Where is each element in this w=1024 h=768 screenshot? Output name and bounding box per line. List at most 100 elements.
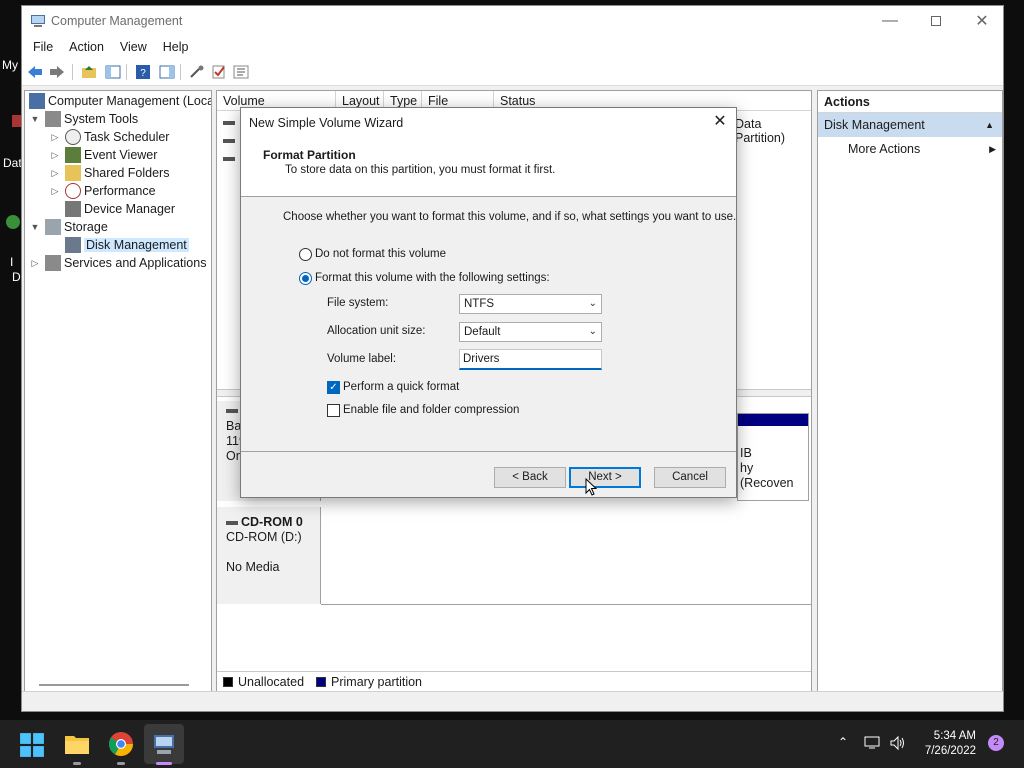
format-volume-radio[interactable] — [299, 272, 312, 285]
back-arrow-icon[interactable] — [26, 63, 44, 81]
file-system-value: NTFS — [464, 298, 495, 310]
computer-management-icon — [29, 93, 45, 109]
chrome-icon[interactable] — [107, 730, 135, 758]
tree-item-services-and-applications[interactable]: ▷ Services and Applications — [29, 254, 206, 272]
tree-item-computer-management[interactable]: Computer Management (Local — [27, 92, 211, 110]
chevron-down-icon: ⌄ — [588, 326, 597, 337]
tree-item-shared-folders[interactable]: ▷ Shared Folders — [49, 164, 169, 182]
recovery-partition-block[interactable]: IB hy (Recoven — [737, 413, 809, 501]
file-system-select[interactable]: NTFS ⌄ — [459, 294, 602, 314]
close-button[interactable]: ✕ — [959, 6, 1005, 36]
volume-label-input[interactable]: Drivers — [459, 349, 602, 370]
show-hide-tree-icon[interactable] — [104, 63, 122, 81]
chevron-up-icon[interactable]: ⌃ — [838, 735, 848, 749]
system-tools-icon — [45, 111, 61, 127]
desktop-icon-label[interactable]: I — [10, 255, 13, 269]
desktop-icon-label[interactable]: Dat — [3, 156, 22, 170]
desktop-app-icon[interactable] — [6, 215, 20, 229]
minimize-button[interactable]: — — [867, 6, 913, 36]
toolbar: ? — [22, 58, 1003, 86]
chevron-right-icon[interactable]: ▷ — [49, 132, 61, 143]
format-volume-label[interactable]: Format this volume with the following se… — [315, 272, 550, 284]
clock-date: 7/26/2022 — [924, 745, 976, 757]
compression-label[interactable]: Enable file and folder compression — [343, 404, 519, 416]
compression-checkbox[interactable] — [327, 404, 340, 417]
chevron-right-icon[interactable]: ▷ — [49, 168, 61, 179]
allocation-unit-select[interactable]: Default ⌄ — [459, 322, 602, 342]
wizard-header: Format Partition To store data on this p… — [241, 138, 736, 197]
wizard-subheading: To store data on this partition, you mus… — [285, 164, 556, 176]
notification-badge[interactable]: 2 — [988, 735, 1004, 751]
cdrom-0-label[interactable]: CD-ROM 0 CD-ROM (D:) No Media — [217, 507, 321, 604]
settings-list-icon[interactable] — [232, 63, 250, 81]
back-button[interactable]: < Back — [494, 467, 566, 488]
quick-format-checkbox[interactable]: ✓ — [327, 381, 340, 394]
volume-icon[interactable] — [889, 735, 907, 751]
computer-management-taskbar-icon[interactable] — [150, 730, 178, 758]
toolbar-separator — [126, 64, 127, 80]
tree-item-performance[interactable]: ▷ Performance — [49, 182, 156, 200]
quick-format-label[interactable]: Perform a quick format — [343, 381, 459, 393]
title-bar[interactable]: Computer Management — ✕ — [22, 6, 1003, 36]
legend-primary-partition: Primary partition — [331, 674, 423, 689]
menu-help[interactable]: Help — [155, 40, 197, 54]
chevron-right-icon: ▶ — [989, 144, 996, 154]
maximize-button[interactable] — [913, 6, 959, 36]
up-folder-icon[interactable] — [80, 63, 98, 81]
chevron-down-icon[interactable]: ▼ — [29, 114, 41, 124]
cdrom-name: CD-ROM 0 — [241, 515, 303, 529]
wizard-title: New Simple Volume Wizard — [249, 116, 404, 130]
primary-partition-bar — [738, 414, 808, 426]
network-icon[interactable] — [864, 736, 880, 750]
check-list-icon[interactable] — [210, 63, 228, 81]
tree-item-system-tools[interactable]: ▼ System Tools — [29, 110, 138, 128]
tree-item-device-manager[interactable]: Device Manager — [61, 200, 175, 218]
horizontal-scrollbar[interactable] — [39, 684, 189, 686]
actions-section-label: Disk Management — [824, 118, 925, 132]
connect-icon[interactable] — [188, 63, 206, 81]
menu-file[interactable]: File — [25, 40, 61, 54]
do-not-format-label[interactable]: Do not format this volume — [315, 248, 446, 260]
app-active-indicator — [156, 762, 172, 765]
chevron-right-icon[interactable]: ▷ — [49, 150, 61, 161]
clock-icon — [65, 129, 81, 145]
more-actions-item[interactable]: More Actions ▶ — [818, 137, 1002, 161]
system-clock[interactable]: 5:34 AM 7/26/2022 — [908, 729, 976, 759]
file-explorer-icon[interactable] — [63, 730, 91, 758]
partition-status: hy (Recoven — [740, 461, 794, 490]
cdrom-icon — [226, 520, 238, 525]
performance-icon — [65, 183, 81, 199]
desktop-icon-label[interactable]: D — [12, 270, 21, 284]
tree-item-task-scheduler[interactable]: ▷ Task Scheduler — [49, 128, 169, 146]
actions-section-disk-management[interactable]: Disk Management ▲ — [818, 113, 1002, 137]
wizard-title-bar[interactable]: New Simple Volume Wizard ✕ — [241, 108, 736, 138]
cancel-button[interactable]: Cancel — [654, 467, 726, 488]
menu-view[interactable]: View — [112, 40, 155, 54]
actions-pane: Actions Disk Management ▲ More Actions ▶ — [817, 90, 1003, 692]
collapse-up-icon[interactable]: ▲ — [985, 113, 994, 137]
volume-icon — [223, 157, 235, 161]
clock-time: 5:34 AM — [933, 730, 976, 742]
console-tree: Computer Management (Local ▼ System Tool… — [24, 90, 212, 692]
new-simple-volume-wizard: New Simple Volume Wizard ✕ Format Partit… — [240, 107, 737, 498]
desktop-icon-label[interactable]: My — [2, 58, 18, 72]
do-not-format-radio[interactable] — [299, 248, 312, 261]
menu-action[interactable]: Action — [61, 40, 112, 54]
wizard-heading: Format Partition — [263, 148, 356, 162]
wizard-close-button[interactable]: ✕ — [710, 112, 730, 132]
properties-panel-icon[interactable] — [158, 63, 176, 81]
wizard-body: Choose whether you want to format this v… — [241, 198, 736, 453]
tree-item-disk-management[interactable]: Disk Management — [61, 236, 189, 254]
tree-item-event-viewer[interactable]: ▷ Event Viewer — [49, 146, 157, 164]
volume-label-label: Volume label: — [327, 353, 397, 365]
windows-start-icon[interactable] — [19, 732, 45, 758]
chevron-right-icon[interactable]: ▷ — [29, 258, 41, 269]
services-icon — [45, 255, 61, 271]
forward-arrow-icon[interactable] — [48, 63, 66, 81]
next-button[interactable]: Next > — [569, 467, 641, 488]
legend-unallocated: Unallocated — [238, 674, 305, 689]
chevron-right-icon[interactable]: ▷ — [49, 186, 61, 197]
help-icon[interactable]: ? — [134, 63, 152, 81]
chevron-down-icon[interactable]: ▼ — [29, 222, 41, 232]
tree-item-storage[interactable]: ▼ Storage — [29, 218, 108, 236]
